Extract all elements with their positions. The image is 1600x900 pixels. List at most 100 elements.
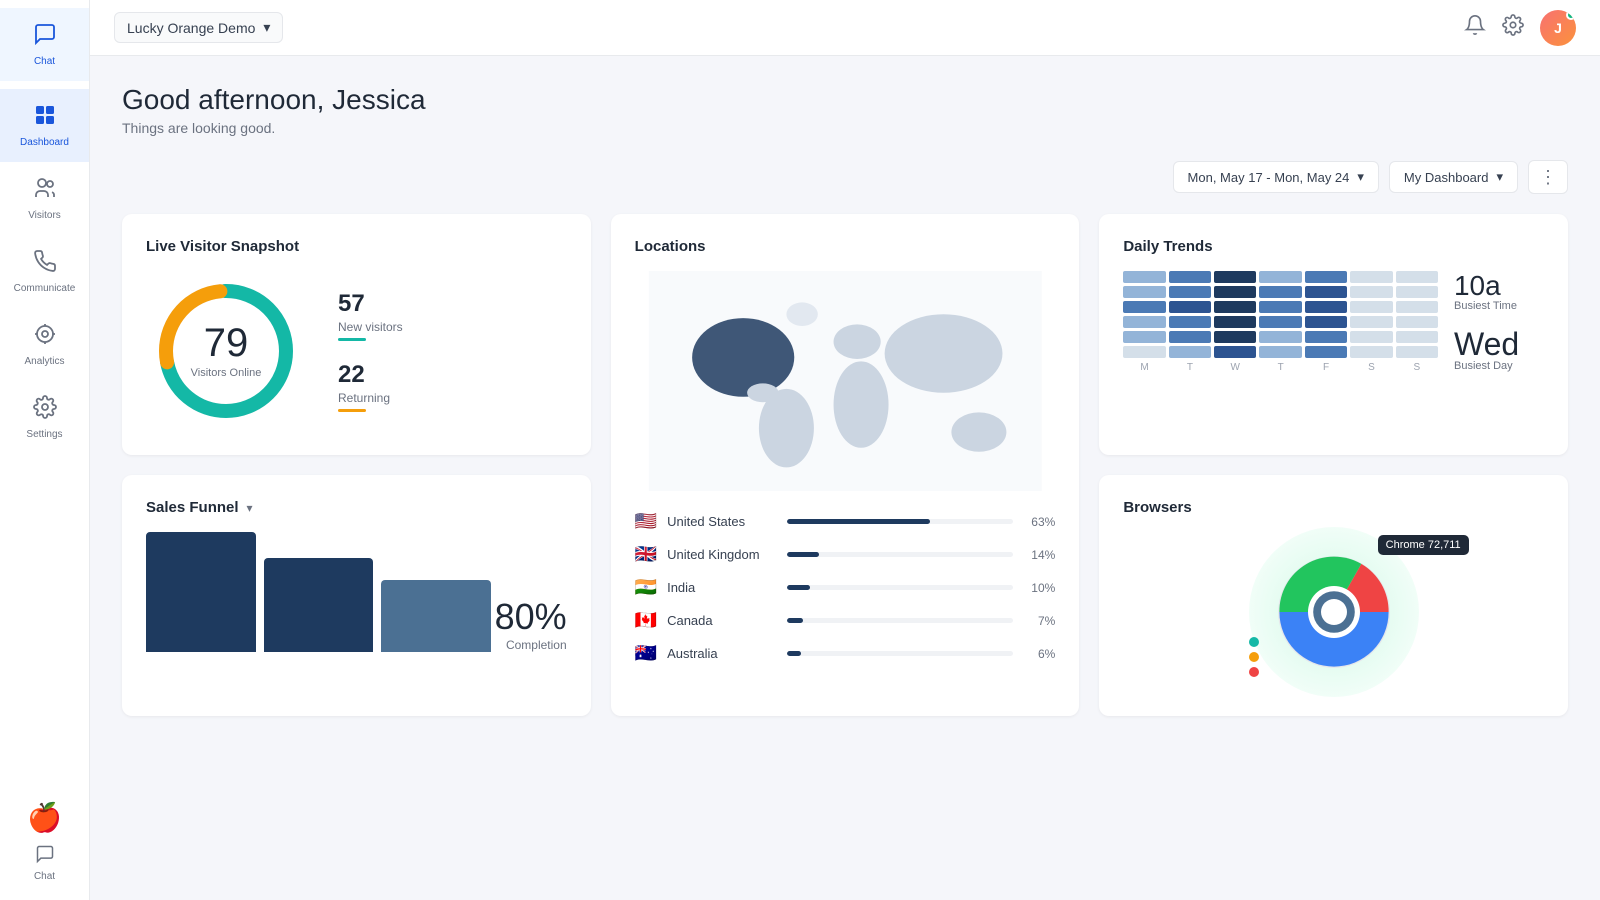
more-options-button[interactable]: ⋮	[1528, 160, 1568, 194]
ca-flag: 🇨🇦	[635, 610, 657, 631]
heatmap-cell	[1214, 271, 1256, 283]
uk-bar-bg	[787, 552, 1013, 557]
uk-pct: 14%	[1023, 548, 1055, 562]
heatmap-cell	[1214, 331, 1256, 343]
sidebar-bottom-chat[interactable]: Chat	[0, 838, 89, 892]
heatmap-cell	[1396, 271, 1438, 283]
au-bar-fill	[787, 651, 801, 656]
browsers-card: Browsers	[1099, 475, 1568, 716]
sidebar-item-settings[interactable]: Settings	[0, 381, 89, 454]
locations-card: Locations	[611, 214, 1080, 716]
chrome-label: Chrome	[1386, 539, 1425, 551]
sidebar-label-chat: Chat	[34, 56, 55, 67]
site-name: Lucky Orange Demo	[127, 20, 255, 36]
heatmap-grid	[1123, 271, 1438, 358]
heatmap-cell	[1169, 286, 1211, 298]
heatmap-cell	[1214, 286, 1256, 298]
map-svg	[635, 271, 1056, 491]
heatmap-days: M T W T F S S	[1123, 362, 1438, 373]
us-bar-bg	[787, 519, 1013, 524]
chat-icon	[33, 22, 57, 52]
heatmap-cell	[1123, 301, 1165, 313]
heatmap-cell	[1123, 346, 1165, 358]
heatmap-cell	[1305, 271, 1347, 283]
heatmap-container: M T W T F S S	[1123, 271, 1438, 373]
heatmap-cell	[1350, 331, 1392, 343]
us-name: United States	[667, 514, 777, 529]
us-bar-fill	[787, 519, 930, 524]
visitors-icon	[33, 176, 57, 206]
dot-3	[1249, 667, 1259, 677]
sidebar-label-analytics: Analytics	[24, 356, 64, 367]
day-tue: T	[1169, 362, 1211, 373]
funnel-bar-1	[146, 532, 256, 652]
fruit-icon: 🍎	[27, 801, 62, 834]
sidebar-item-communicate[interactable]: Communicate	[0, 235, 89, 308]
world-map	[635, 271, 1056, 491]
returning-count: 22	[338, 361, 403, 389]
browsers-content: Chrome 72,711	[1123, 532, 1544, 692]
date-range-picker[interactable]: Mon, May 17 - Mon, May 24 ▾	[1173, 161, 1379, 193]
greeting-title: Good afternoon, Jessica	[122, 84, 1568, 116]
country-row-us: 🇺🇸 United States 63%	[635, 511, 1056, 532]
dot-1	[1249, 637, 1259, 647]
busiest-day-value: Wed	[1454, 328, 1544, 360]
notification-bell-icon[interactable]	[1464, 14, 1486, 42]
day-fri: F	[1305, 362, 1347, 373]
funnel-bar-2	[264, 558, 374, 652]
returning-label: Returning	[338, 391, 403, 405]
sidebar-item-visitors[interactable]: Visitors	[0, 162, 89, 235]
site-selector[interactable]: Lucky Orange Demo ▾	[114, 12, 283, 43]
settings-gear-icon[interactable]	[1502, 14, 1524, 42]
dashboard-selector[interactable]: My Dashboard ▾	[1389, 161, 1518, 193]
funnel-bars	[146, 532, 491, 652]
day-mon: M	[1123, 362, 1165, 373]
chat-bottom-icon	[35, 844, 55, 867]
heatmap-cell	[1123, 286, 1165, 298]
heatmap-cell	[1396, 301, 1438, 313]
settings-icon	[33, 395, 57, 425]
browsers-title: Browsers	[1123, 499, 1544, 516]
heatmap-cell	[1169, 316, 1211, 328]
returning-bar	[338, 409, 366, 412]
heatmap-cell	[1214, 316, 1256, 328]
funnel-pct: 80%	[495, 596, 567, 638]
site-selector-chevron: ▾	[263, 19, 270, 36]
heatmap-cell	[1259, 316, 1301, 328]
busiest-time-value: 10a	[1454, 272, 1544, 300]
heatmap-cell	[1123, 331, 1165, 343]
sidebar-label-settings: Settings	[26, 429, 62, 440]
us-flag: 🇺🇸	[635, 511, 657, 532]
visitor-count: 79	[191, 323, 262, 363]
date-range-text: Mon, May 17 - Mon, May 24	[1188, 170, 1350, 185]
funnel-dropdown-icon[interactable]: ▾	[247, 501, 253, 515]
sidebar-item-analytics[interactable]: Analytics	[0, 308, 89, 381]
uk-bar-fill	[787, 552, 819, 557]
dot-2	[1249, 652, 1259, 662]
busiest-time-label: Busiest Time	[1454, 300, 1544, 312]
heatmap-cell	[1396, 346, 1438, 358]
heatmap-cell	[1396, 316, 1438, 328]
ca-pct: 7%	[1023, 614, 1055, 628]
uk-name: United Kingdom	[667, 547, 777, 562]
country-list: 🇺🇸 United States 63% 🇬🇧 United Kingdom	[635, 511, 1056, 664]
day-thu: T	[1259, 362, 1301, 373]
heatmap-cell	[1123, 271, 1165, 283]
day-sat: S	[1350, 362, 1392, 373]
au-flag: 🇦🇺	[635, 643, 657, 664]
greeting-subtitle: Things are looking good.	[122, 120, 1568, 136]
sidebar-item-chat[interactable]: Chat	[0, 8, 89, 81]
chrome-chart: Chrome 72,711	[1249, 527, 1419, 697]
funnel-title-row: Sales Funnel ▾	[146, 499, 567, 516]
dashboard-toolbar: Mon, May 17 - Mon, May 24 ▾ My Dashboard…	[122, 160, 1568, 194]
sidebar-label-dashboard: Dashboard	[20, 137, 69, 148]
dashboard-name: My Dashboard	[1404, 170, 1489, 185]
heatmap-cell	[1350, 346, 1392, 358]
user-avatar[interactable]: J	[1540, 10, 1576, 46]
heatmap-cell	[1305, 301, 1347, 313]
donut-chart: 79 Visitors Online	[146, 271, 306, 431]
country-row-in: 🇮🇳 India 10%	[635, 577, 1056, 598]
heatmap-cell	[1123, 316, 1165, 328]
dashboard-icon	[33, 103, 57, 133]
sidebar-item-dashboard[interactable]: Dashboard	[0, 89, 89, 162]
